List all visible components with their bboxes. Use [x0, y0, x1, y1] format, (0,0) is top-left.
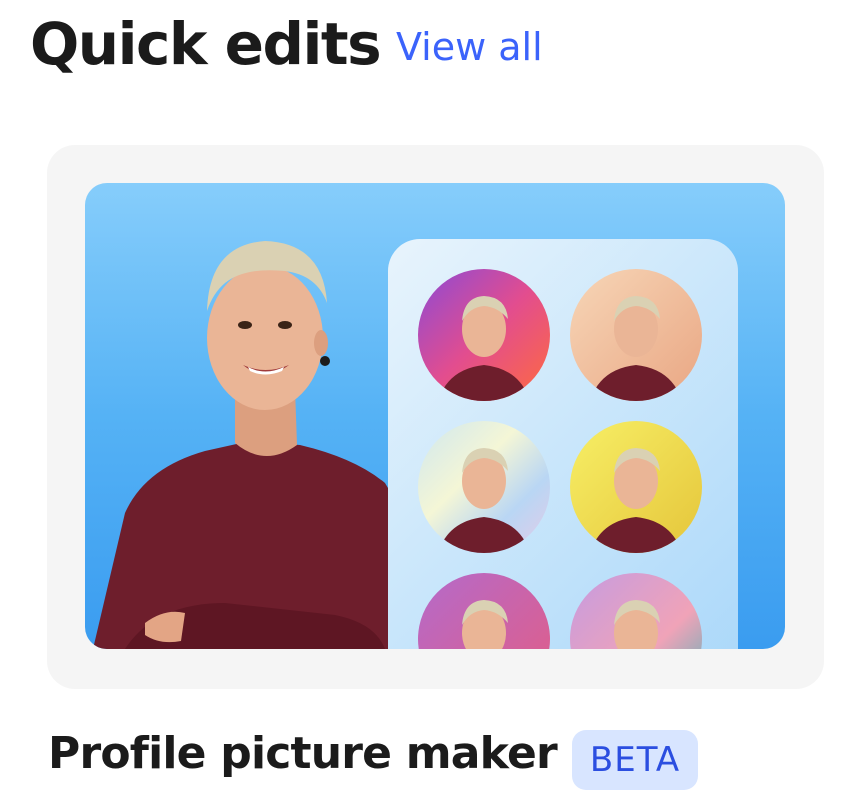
card-title[interactable]: Profile picture maker	[48, 722, 558, 786]
avatar-variations-panel	[388, 239, 738, 649]
section-title: Quick edits	[30, 10, 382, 78]
avatar-variant-purple	[418, 269, 550, 401]
avatar-variant-rose	[418, 573, 550, 649]
avatar-variant-yellow	[570, 421, 702, 553]
view-all-link[interactable]: View all	[396, 22, 543, 72]
avatar-variant-teal	[570, 573, 702, 649]
beta-badge: BETA	[572, 730, 698, 790]
avatar-variant-holographic	[418, 421, 550, 553]
avatar-variant-peach	[570, 269, 702, 401]
profile-picture-maker-card[interactable]	[47, 145, 824, 689]
card-thumbnail	[85, 183, 785, 649]
